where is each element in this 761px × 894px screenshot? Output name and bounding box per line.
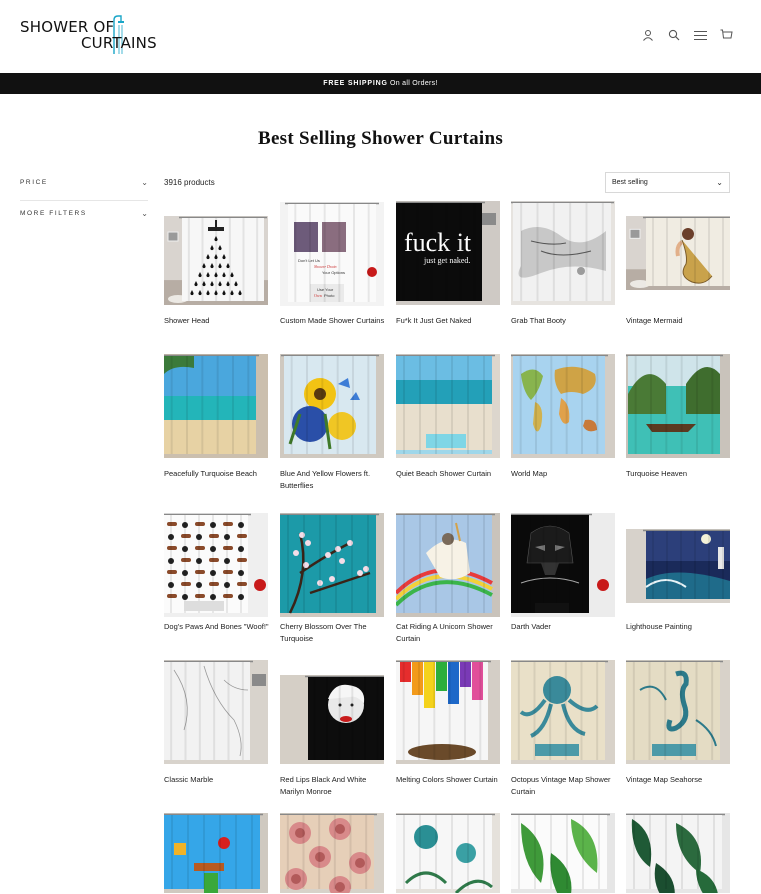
chevron-down-icon: ⌄ bbox=[141, 178, 148, 187]
product-title[interactable]: Blue And Yellow Flowers ft. Butterflies bbox=[280, 468, 388, 491]
svg-text:fuck it: fuck it bbox=[404, 228, 472, 257]
product-image[interactable] bbox=[626, 660, 730, 764]
product-title[interactable]: Classic Marble bbox=[164, 774, 272, 786]
product-image[interactable] bbox=[626, 354, 730, 458]
product-image[interactable] bbox=[511, 813, 615, 893]
product-title[interactable]: Peacefully Turquoise Beach bbox=[164, 468, 272, 480]
store-logo[interactable]: SHOWER OF CURTAINS bbox=[20, 12, 160, 58]
logo-line-2: CURTAINS bbox=[81, 34, 157, 52]
product-image[interactable] bbox=[164, 216, 268, 305]
product-image[interactable] bbox=[511, 513, 615, 617]
product-image[interactable]: fuck it just get naked. bbox=[396, 201, 500, 305]
product-title[interactable]: Custom Made Shower Curtains bbox=[280, 315, 388, 327]
announcement-bold: FREE SHIPPING bbox=[323, 80, 388, 87]
product-image[interactable] bbox=[280, 354, 384, 458]
search-icon[interactable] bbox=[667, 28, 681, 42]
product-title[interactable]: Darth Vader bbox=[511, 621, 619, 633]
page-title: Best Selling Shower Curtains bbox=[257, 128, 504, 149]
chevron-down-icon: ⌄ bbox=[141, 209, 148, 218]
product-title[interactable]: Lighthouse Painting bbox=[626, 621, 734, 633]
menu-icon[interactable] bbox=[693, 28, 707, 42]
product-image[interactable] bbox=[164, 813, 268, 893]
announcement-text: On all Orders! bbox=[387, 80, 438, 87]
product-image[interactable] bbox=[164, 660, 268, 764]
product-title[interactable]: Melting Colors Shower Curtain bbox=[396, 774, 504, 786]
svg-text:Photo: Photo bbox=[324, 293, 335, 298]
filter-price-label: PRICE bbox=[20, 179, 48, 186]
product-image[interactable] bbox=[396, 813, 500, 893]
filter-price[interactable]: PRICE ⌄ bbox=[20, 171, 148, 201]
product-image[interactable] bbox=[626, 813, 730, 893]
product-count: 3916 products bbox=[164, 178, 215, 187]
filter-more-filters[interactable]: MORE FILTERS ⌄ bbox=[20, 202, 148, 232]
product-title[interactable]: Vintage Mermaid bbox=[626, 315, 734, 327]
product-image[interactable] bbox=[626, 529, 730, 603]
product-title[interactable]: Fu*k It Just Get Naked bbox=[396, 315, 504, 327]
product-image[interactable] bbox=[626, 216, 730, 290]
announcement-bar: FREE SHIPPING On all Orders! bbox=[0, 73, 761, 94]
product-title[interactable]: Dog's Paws And Bones "Woof!" bbox=[164, 621, 272, 633]
user-icon[interactable] bbox=[641, 28, 655, 42]
cart-icon[interactable] bbox=[719, 28, 733, 42]
chevron-down-icon: ⌄ bbox=[716, 178, 723, 187]
product-title[interactable]: Grab That Booty bbox=[511, 315, 619, 327]
product-image[interactable] bbox=[164, 513, 268, 617]
product-title[interactable]: World Map bbox=[511, 468, 619, 480]
product-title[interactable]: Turquoise Heaven bbox=[626, 468, 734, 480]
product-title[interactable]: Red Lips Black And White Marilyn Monroe bbox=[280, 774, 388, 797]
product-image[interactable] bbox=[396, 660, 500, 764]
site-header: SHOWER OF CURTAINS bbox=[0, 0, 761, 73]
header-icons bbox=[641, 28, 733, 42]
product-image[interactable] bbox=[280, 675, 384, 764]
product-image[interactable] bbox=[396, 513, 500, 617]
svg-text:Don't Let Us: Don't Let Us bbox=[298, 258, 320, 263]
product-title[interactable]: Vintage Map Seahorse bbox=[626, 774, 734, 786]
sort-select[interactable]: Best selling ⌄ bbox=[605, 172, 730, 193]
product-image[interactable] bbox=[511, 201, 615, 305]
product-image[interactable] bbox=[511, 660, 615, 764]
product-title[interactable]: Quiet Beach Shower Curtain bbox=[396, 468, 504, 480]
product-image[interactable]: Don't Let Us Shower Drain Your Options U… bbox=[280, 202, 384, 306]
product-image[interactable] bbox=[511, 354, 615, 458]
product-title[interactable]: Cherry Blossom Over The Turquoise bbox=[280, 621, 388, 644]
product-image[interactable] bbox=[280, 513, 384, 617]
product-image[interactable] bbox=[280, 813, 384, 893]
product-title[interactable]: Octopus Vintage Map Shower Curtain bbox=[511, 774, 619, 797]
svg-text:Own: Own bbox=[314, 293, 322, 298]
product-image[interactable] bbox=[164, 354, 268, 458]
product-image[interactable] bbox=[396, 354, 500, 458]
sort-selected-value: Best selling bbox=[612, 179, 648, 186]
filter-more-label: MORE FILTERS bbox=[20, 210, 87, 217]
product-title[interactable]: Cat Riding A Unicorn Shower Curtain bbox=[396, 621, 504, 644]
product-title[interactable]: Shower Head bbox=[164, 315, 272, 327]
